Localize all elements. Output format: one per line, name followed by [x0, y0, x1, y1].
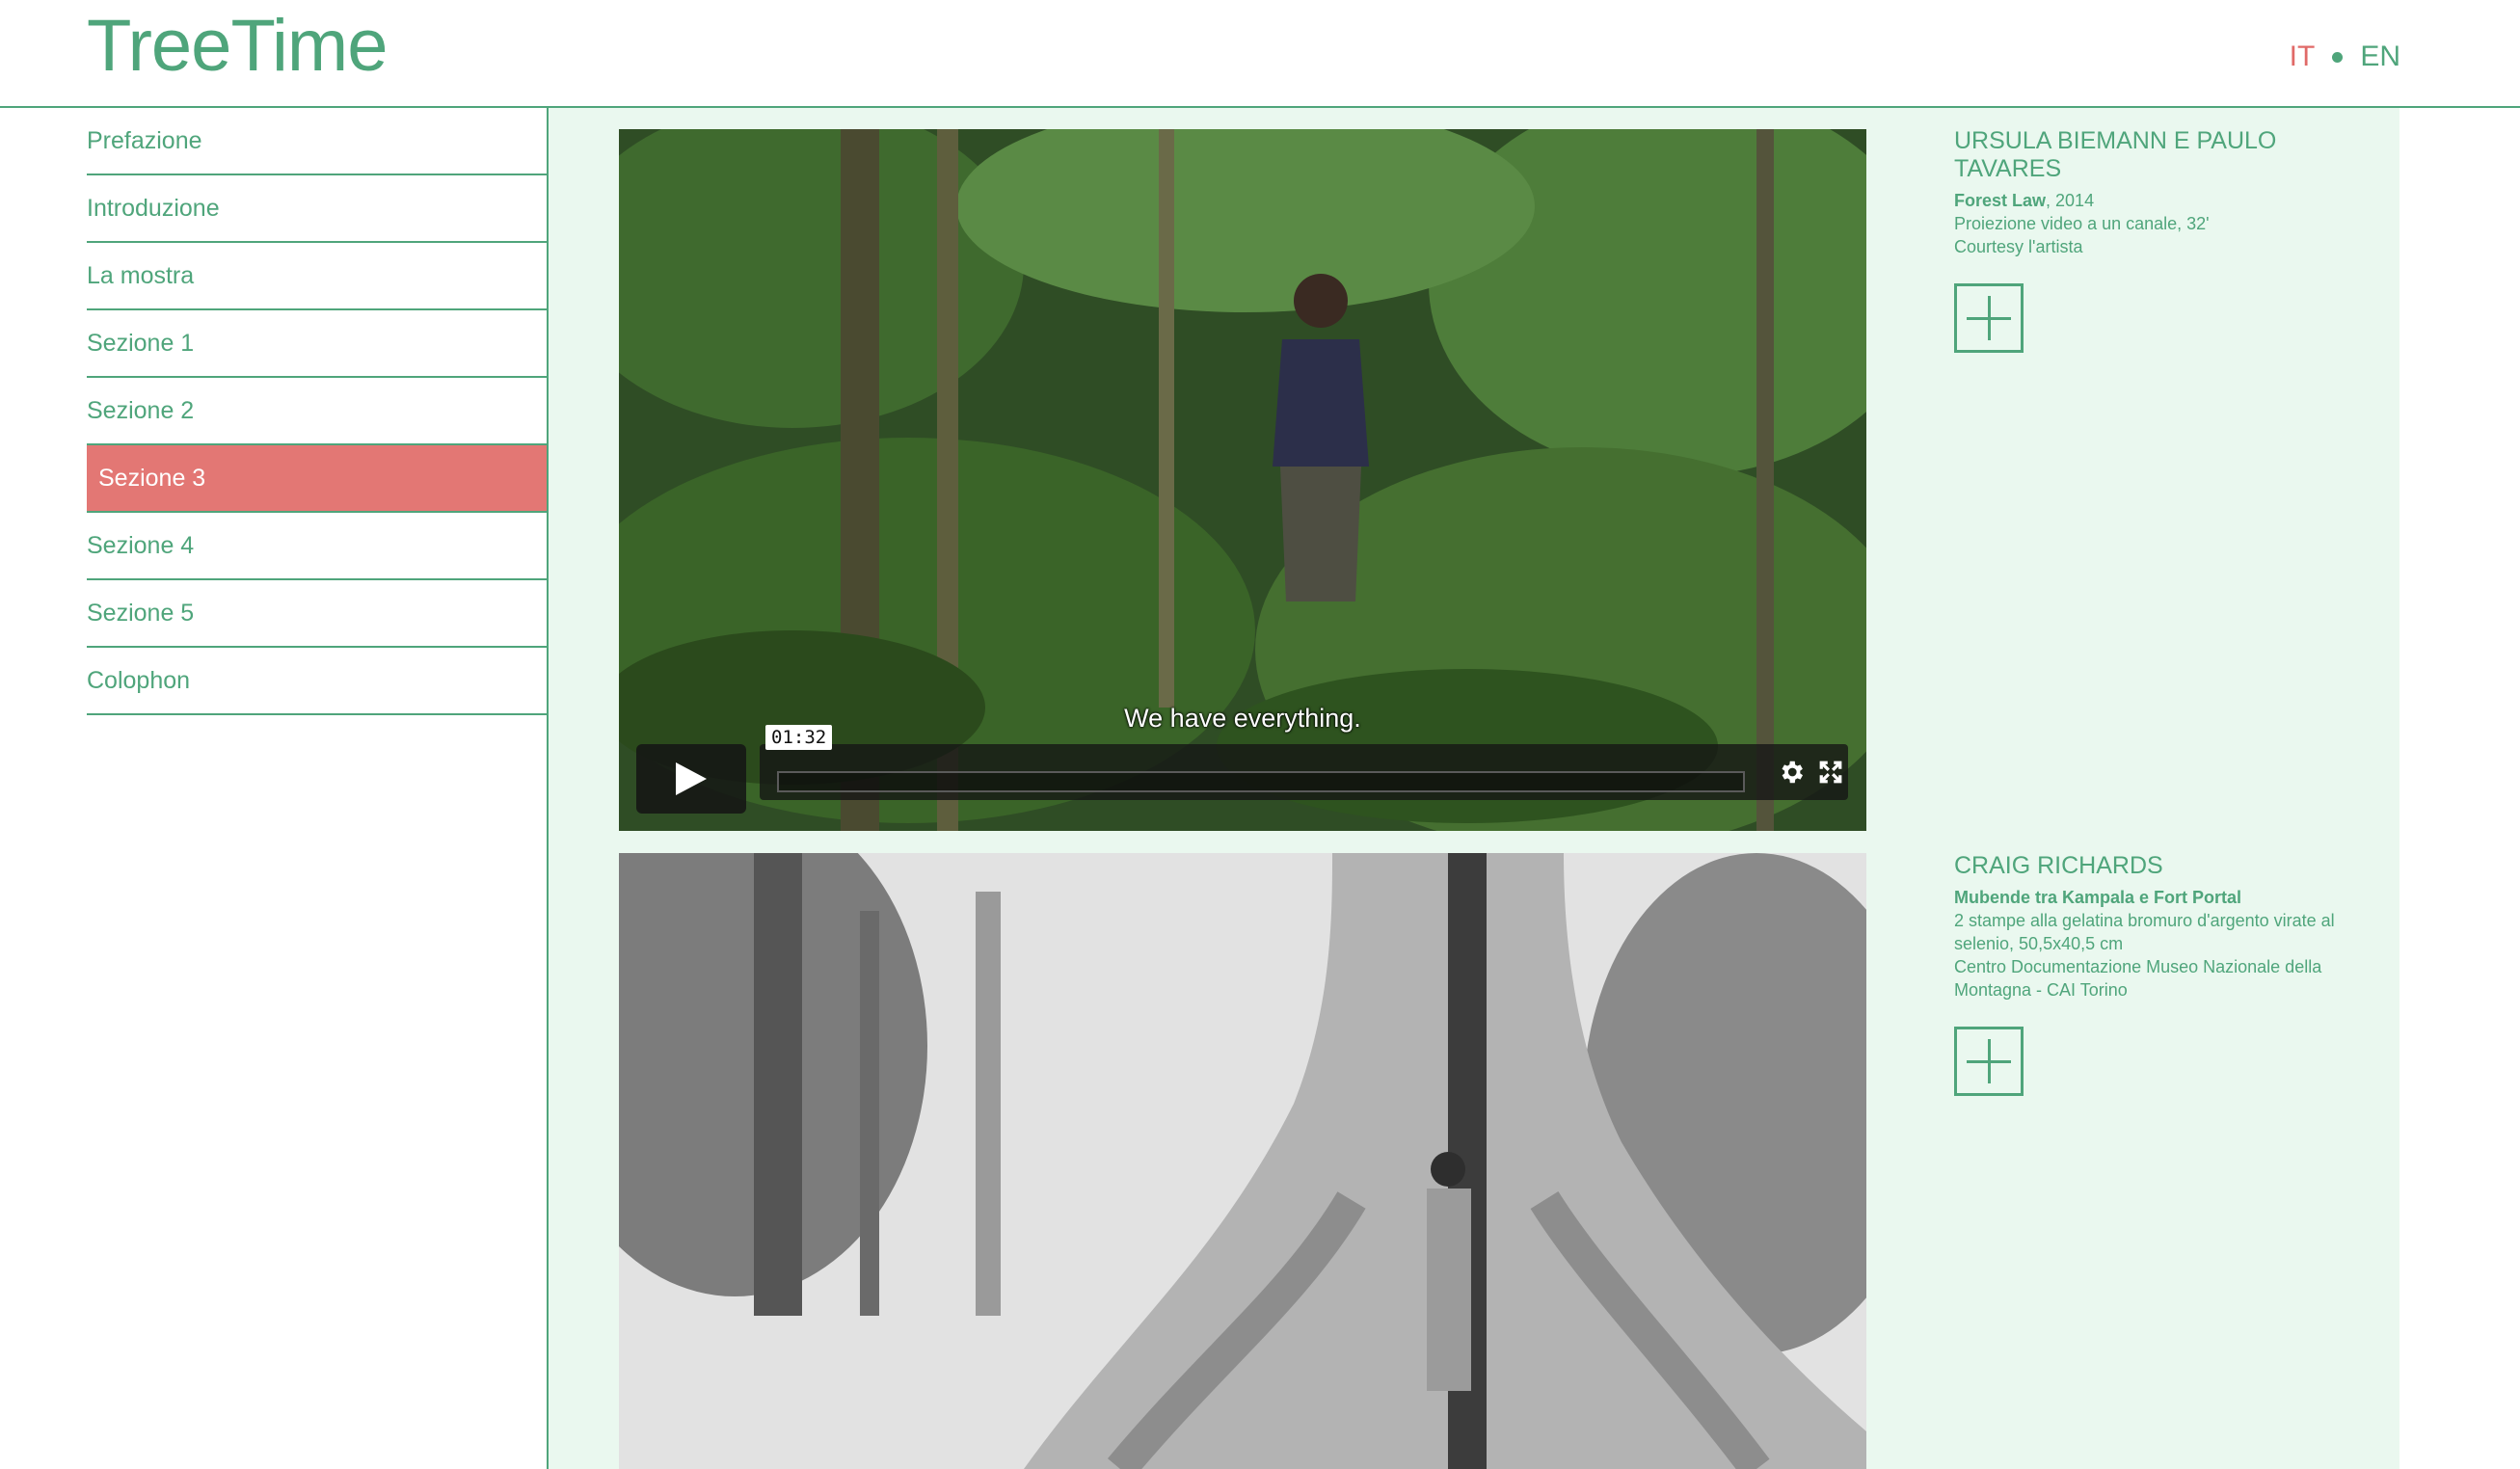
lang-en-link[interactable]: EN: [2360, 40, 2400, 73]
fullscreen-icon[interactable]: [1818, 760, 1843, 785]
video-control-bar: [760, 744, 1848, 800]
lang-separator-dot: [2332, 51, 2344, 63]
sidebar-item-colophon[interactable]: Colophon: [87, 648, 548, 715]
site-header: TreeTime IT EN: [0, 0, 2520, 108]
work-title: Mubende tra Kampala e Fort Portal: [1954, 888, 2242, 907]
video-controls: 01:32: [636, 725, 1848, 814]
sidebar-item-sezione-5[interactable]: Sezione 5: [87, 580, 548, 648]
sidebar-nav: Prefazione Introduzione La mostra Sezion…: [87, 108, 548, 715]
sidebar-item-introduzione[interactable]: Introduzione: [87, 175, 548, 243]
work-artist: URSULA BIEMANN E PAULO TAVARES: [1954, 127, 2277, 182]
work-title: Forest Law: [1954, 191, 2047, 210]
sidebar-item-sezione-4[interactable]: Sezione 4: [87, 513, 548, 580]
video-progress-track[interactable]: [777, 771, 1745, 792]
expand-plus-button[interactable]: [1954, 1027, 2024, 1096]
site-logo[interactable]: TreeTime: [87, 10, 389, 83]
work-caption-2: CRAIG RICHARDS Mubende tra Kampala e For…: [1954, 852, 2378, 1096]
sidebar-item-la-mostra[interactable]: La mostra: [87, 243, 548, 310]
sidebar-item-prefazione[interactable]: Prefazione: [87, 108, 548, 175]
work-credit: Centro Documentazione Museo Nazionale de…: [1954, 957, 2322, 1000]
sidebar-item-sezione-3[interactable]: Sezione 3: [87, 445, 548, 513]
video-timecode: 01:32: [765, 725, 833, 750]
play-button[interactable]: [636, 744, 746, 814]
work-medium: 2 stampe alla gelatina bromuro d'argento…: [1954, 911, 2335, 953]
work-artist: CRAIG RICHARDS: [1954, 852, 2163, 879]
video-player[interactable]: We have everything. 01:32: [619, 129, 1866, 831]
work-year: , 2014: [2046, 191, 2095, 210]
work-caption-1: URSULA BIEMANN E PAULO TAVARES Forest La…: [1954, 127, 2378, 353]
photo-image: [619, 853, 1866, 1469]
work-title-line: Forest Law, 2014: [1954, 189, 2378, 212]
lang-it-link[interactable]: IT: [2290, 40, 2316, 73]
sidebar-item-sezione-1[interactable]: Sezione 1: [87, 310, 548, 378]
play-icon: [676, 762, 707, 795]
settings-gear-icon[interactable]: [1777, 758, 1806, 787]
work-medium: Proiezione video a un canale, 32': [1954, 214, 2210, 233]
artwork-photo-tree-roots[interactable]: [619, 853, 1866, 1469]
sidebar-item-sezione-2[interactable]: Sezione 2: [87, 378, 548, 445]
language-switch: IT EN: [2290, 40, 2400, 73]
expand-plus-button[interactable]: [1954, 283, 2024, 353]
work-credit: Courtesy l'artista: [1954, 237, 2083, 256]
